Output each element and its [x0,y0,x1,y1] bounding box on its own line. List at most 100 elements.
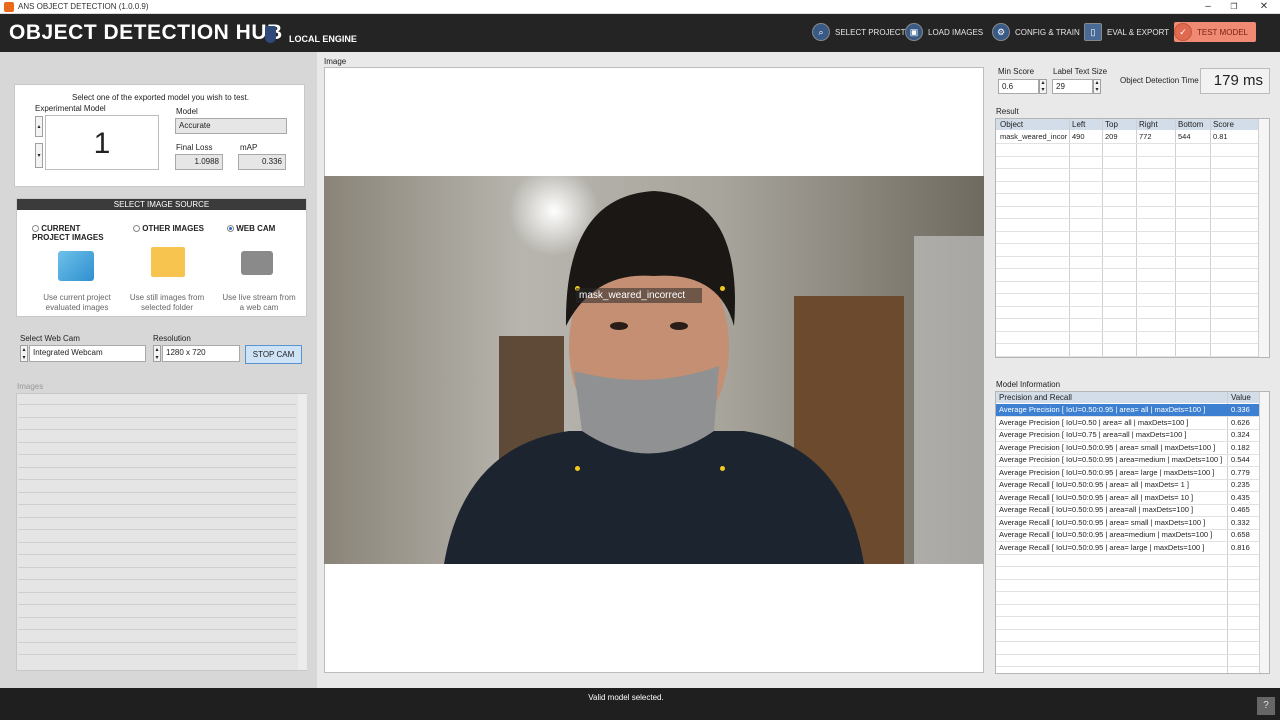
grid-row-line [996,155,1258,157]
final-loss-label: Final Loss [176,143,213,152]
model-info-metric[interactable]: Average Recall [ IoU=0.50:0.95 | area=al… [999,505,1225,514]
spin-up-button[interactable]: ▴ [35,116,43,137]
experimental-model-value[interactable]: 1 [45,115,159,170]
model-info-metric[interactable]: Average Precision [ IoU=0.50:0.95 | area… [999,455,1225,464]
result-column-header[interactable]: Top [1105,120,1139,129]
model-info-scrollbar[interactable] [1260,392,1269,673]
grid-row-line [996,355,1258,357]
model-info-metric[interactable]: Average Recall [ IoU=0.50:0.95 | area=me… [999,530,1225,539]
result-column-header[interactable]: Score [1213,120,1253,129]
model-info-value[interactable]: 0.182 [1231,443,1258,452]
result-cell[interactable]: 490 [1072,132,1103,141]
help-button[interactable]: ? [1257,697,1275,715]
resolution-select[interactable]: 1280 x 720 [162,345,240,362]
select-webcam-label: Select Web Cam [20,334,80,343]
model-info-column-header[interactable]: Precision and Recall [999,393,1224,402]
result-column-header[interactable]: Right [1139,120,1178,129]
model-info-value[interactable]: 0.626 [1231,418,1258,427]
min-score-input[interactable]: 0.6 [998,79,1039,94]
images-list-row [18,516,296,518]
close-button[interactable]: ✕ [1250,0,1278,14]
result-column-header[interactable]: Bottom [1178,120,1213,129]
source-current-project[interactable]: CURRENT PROJECT IMAGES [32,224,117,242]
model-info-value[interactable]: 0.435 [1231,493,1258,502]
source-web-cam[interactable]: WEB CAM [227,224,275,233]
grid-row-line [996,193,1258,194]
resolution-spin[interactable]: ▴ ▾ [153,345,161,362]
result-column-header[interactable]: Object [1000,120,1072,129]
result-grid[interactable]: Object Left Top Right Bottom Score mask_weared… [995,118,1270,358]
grid-row-line [996,168,1258,169]
spin-down-button[interactable]: ▾ [35,143,43,168]
result-cell[interactable]: 544 [1178,132,1211,141]
model-info-metric[interactable]: Average Precision [ IoU=0.75 | area=all … [999,430,1225,439]
result-label: Result [996,107,1019,116]
source-desc: Use still images from selected folder [129,293,205,312]
model-info-value[interactable]: 0.465 [1231,505,1258,514]
webcam-icon [241,251,273,275]
label-text-size-spin[interactable]: ▴ ▾ [1093,79,1101,94]
model-info-value[interactable]: 0.544 [1231,455,1258,464]
radio-other-images[interactable] [133,225,140,233]
result-cell[interactable]: 0.81 [1213,132,1251,141]
model-info-metric[interactable]: Average Recall [ IoU=0.50:0.95 | area= a… [999,493,1225,502]
images-list-row [18,654,296,655]
model-info-metric[interactable]: Average Recall [ IoU=0.50:0.95 | area= s… [999,518,1225,527]
radio-current-project[interactable] [32,225,39,233]
images-scrollbar[interactable] [298,394,307,670]
stop-cam-button[interactable]: STOP CAM [245,345,302,364]
result-cell[interactable]: mask_weared_incor [1000,132,1070,141]
nav-load-images[interactable]: ▣ LOAD IMAGES [905,22,983,42]
model-info-metric[interactable]: Average Recall [ IoU=0.50:0.95 | area= l… [999,543,1225,552]
minimize-button[interactable]: – [1194,0,1222,14]
source-label: WEB CAM [236,224,276,233]
nav-test-model[interactable]: ✓ TEST MODEL [1174,22,1256,42]
model-info-value[interactable]: 0.235 [1231,480,1258,489]
model-value: Accurate [175,118,287,134]
model-info-metric[interactable]: Average Recall [ IoU=0.50:0.95 | area= a… [999,480,1225,489]
source-other-images[interactable]: OTHER IMAGES [133,224,204,233]
images-list-row [18,479,296,480]
nav-eval-export[interactable]: ▯ EVAL & EXPORT [1084,22,1169,42]
images-list-row [18,504,296,505]
model-info-value[interactable]: 0.779 [1231,468,1258,477]
detection-point-bottom-left [575,466,580,471]
model-info-value[interactable]: 0.816 [1231,543,1258,552]
model-info-value[interactable]: 0.324 [1231,430,1258,439]
source-desc: Use current project evaluated images [43,293,111,312]
nav-select-project[interactable]: ⌕ SELECT PROJECT [812,22,906,42]
result-column-header[interactable]: Left [1072,120,1105,129]
images-list-row [18,566,296,568]
webcam-select[interactable]: Integrated Webcam [29,345,146,362]
result-scrollbar[interactable] [1259,119,1269,357]
restore-button[interactable]: ❐ [1220,0,1248,14]
grid-row-line [996,243,1258,244]
grid-row-line [996,205,1258,207]
grid-row-line [996,603,1259,605]
result-cell[interactable]: 772 [1139,132,1176,141]
images-list-row [18,491,296,493]
gear-icon: ⚙ [992,23,1010,41]
radio-web-cam[interactable] [227,225,234,233]
result-cell[interactable]: 209 [1105,132,1137,141]
images-list-row [18,429,296,430]
webcam-spin[interactable]: ▴ ▾ [20,345,28,362]
model-info-column-header[interactable]: Value [1231,393,1259,402]
model-info-metric[interactable]: Average Precision [ IoU=0.50 | area= all… [999,418,1225,427]
images-icon: ▣ [905,23,923,41]
detection-label: mask_weared_incorrect [576,288,702,303]
min-score-spin[interactable]: ▴ ▾ [1039,79,1047,94]
grid-row-line [996,578,1259,580]
app-header: OBJECT DETECTION HUB LOCAL ENGINE ⌕ SELE… [0,14,1280,52]
model-info-metric[interactable]: Average Precision [ IoU=0.50:0.95 | area… [999,443,1225,452]
model-info-metric[interactable]: Average Precision [ IoU=0.50:0.95 | area… [999,468,1225,477]
label-text-size-input[interactable]: 29 [1052,79,1093,94]
nav-config-train[interactable]: ⚙ CONFIG & TRAIN [992,22,1080,42]
images-list-row [18,541,296,543]
model-info-value[interactable]: 0.332 [1231,518,1258,527]
model-info-value[interactable]: 0.336 [1231,405,1258,414]
model-info-grid[interactable]: Precision and Recall Value Average Precisi… [995,391,1270,674]
grid-row-line [996,143,1258,144]
model-info-metric[interactable]: Average Precision [ IoU=0.50:0.95 | area… [999,405,1225,414]
model-info-value[interactable]: 0.658 [1231,530,1258,539]
